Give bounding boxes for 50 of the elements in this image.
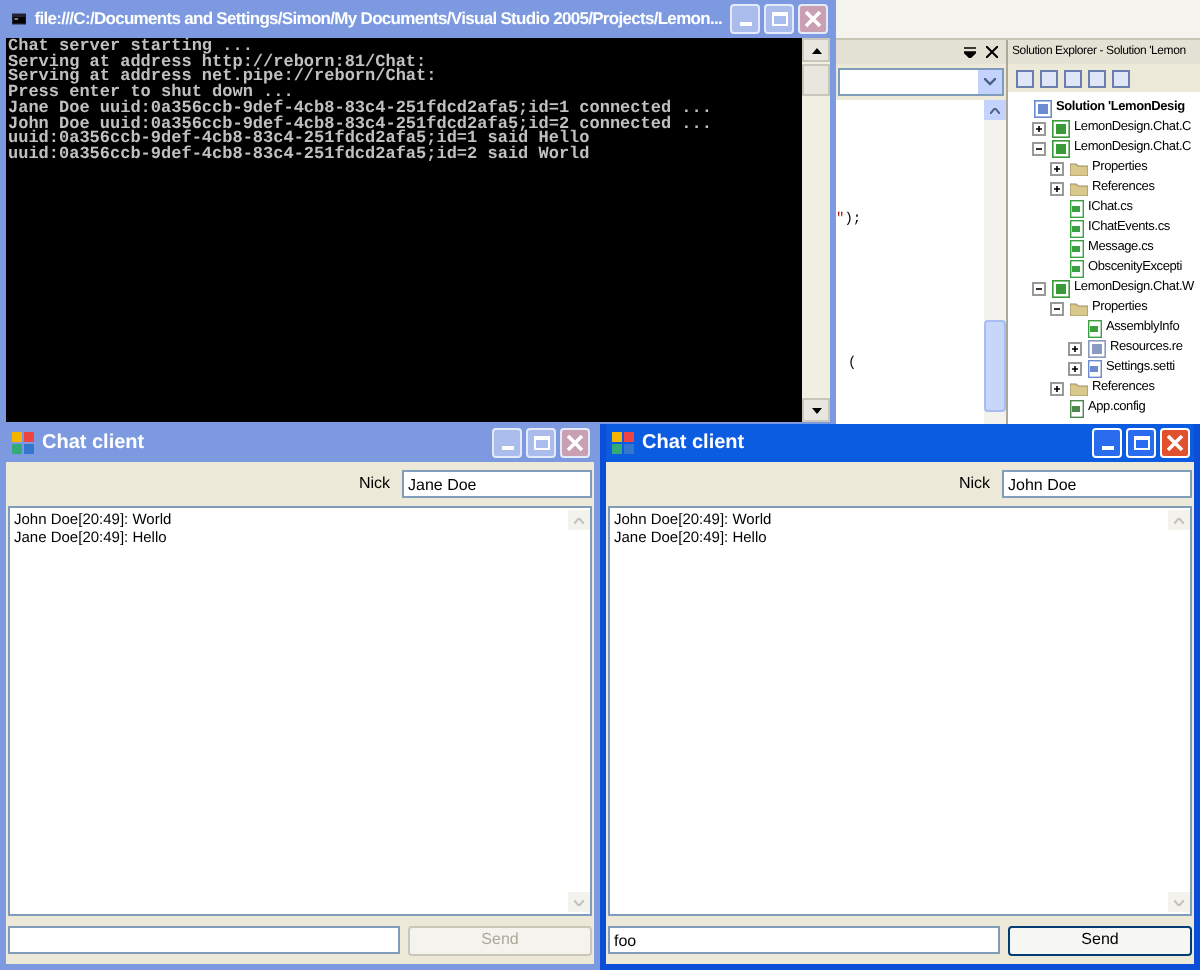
console-line: Chat server starting ...: [8, 40, 253, 56]
expand-icon[interactable]: [1050, 161, 1064, 175]
expand-icon[interactable]: [1068, 341, 1082, 355]
scroll-down-button[interactable]: [802, 398, 830, 422]
nick-label: Nick: [358, 472, 390, 496]
scrollbar[interactable]: [568, 508, 590, 914]
nick-label: Nick: [958, 472, 990, 496]
scrollbar[interactable]: [984, 100, 1006, 428]
expand-icon[interactable]: [1050, 181, 1064, 195]
file-icon: [1070, 399, 1084, 417]
expand-icon[interactable]: [1032, 121, 1046, 135]
folder-icon: [1070, 381, 1088, 395]
file-icon: [1088, 359, 1102, 377]
scroll-thumb[interactable]: [802, 64, 830, 96]
file-icon: [1088, 319, 1102, 337]
collapse-icon[interactable]: [1032, 141, 1046, 155]
console-line: Press enter to shut down ...: [8, 86, 294, 102]
nick-field[interactable]: John Doe: [1002, 470, 1192, 498]
app-icon: [612, 432, 634, 454]
message-input[interactable]: foo: [608, 926, 1000, 954]
minimize-button[interactable]: [730, 4, 760, 34]
scroll-thumb[interactable]: [984, 320, 1006, 412]
message-input[interactable]: [8, 926, 400, 954]
console-line: Jane Doe uuid:0a356ccb-9def-4cb8-83c4-251fdcd2afa5;id=1 connected ...: [8, 101, 714, 118]
down-arrow-icon: [811, 407, 821, 413]
app-icon: [12, 432, 34, 454]
window-title: Chat client: [642, 430, 747, 458]
send-button[interactable]: Send: [1008, 925, 1192, 955]
window-title: Chat client: [42, 430, 147, 458]
nick-field[interactable]: Jane Doe: [402, 470, 592, 498]
minimize-button[interactable]: [492, 428, 522, 458]
close-button[interactable]: [560, 428, 590, 458]
collapse-icon[interactable]: [1032, 281, 1046, 295]
scrollbar[interactable]: [1168, 508, 1190, 914]
expand-icon[interactable]: [1068, 361, 1082, 375]
scroll-up-button[interactable]: [802, 38, 830, 62]
console-line: uuid:0a356ccb-9def-4cb8-83c4-251fdcd2afa5;id=1 said Hello: [8, 132, 590, 148]
scrollbar[interactable]: [802, 38, 830, 422]
up-arrow-icon: [811, 47, 821, 53]
console-icon: [12, 10, 27, 28]
close-icon[interactable]: [986, 46, 998, 58]
window-title: file:///C:/Documents and Settings/Simon/My Documents/Visual Studio 2005/Projects/Lemon...: [34, 6, 722, 32]
caret-icon: [984, 78, 996, 86]
solution-icon: [1034, 99, 1052, 117]
dropdown-icon[interactable]: [964, 46, 976, 58]
expand-icon[interactable]: [1050, 381, 1064, 395]
console-line: uuid:0a356ccb-9def-4cb8-83c4-251fdcd2afa5;id=2 said World: [8, 147, 592, 164]
collapse-icon[interactable]: [1050, 301, 1064, 315]
maximize-button[interactable]: [526, 428, 556, 458]
folder-icon: [1070, 301, 1088, 315]
